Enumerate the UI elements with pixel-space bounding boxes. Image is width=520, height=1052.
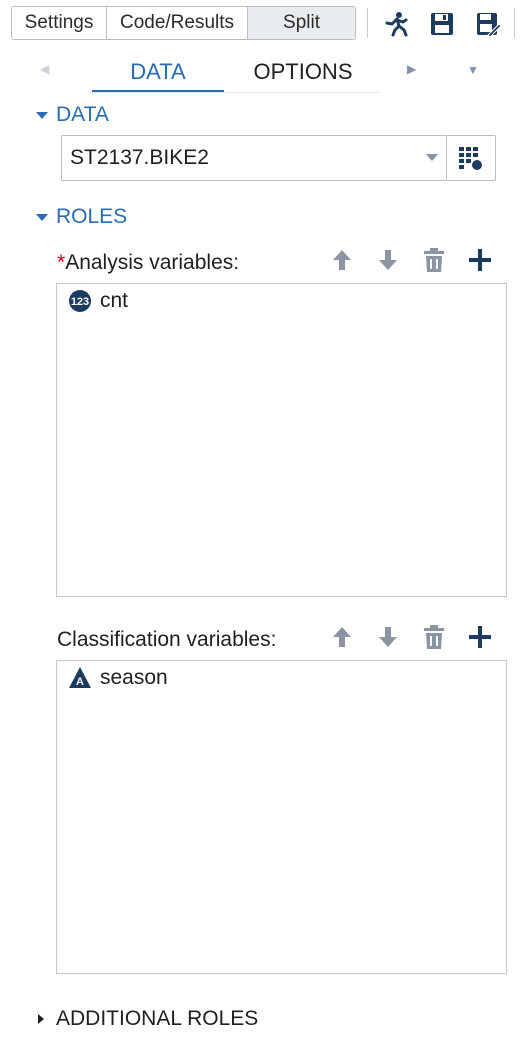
list-item[interactable]: A season <box>57 661 506 695</box>
classification-variables-list[interactable]: A season <box>56 660 507 974</box>
analysis-variables-list[interactable]: 123 cnt <box>56 283 507 597</box>
settings-button[interactable]: Settings <box>12 7 107 39</box>
move-down-arrow-icon[interactable] <box>376 248 400 272</box>
analysis-list-toolbar <box>330 248 492 272</box>
tabs-scroll-left-icon[interactable]: ◀ <box>40 62 49 76</box>
run-icon[interactable] <box>382 10 410 38</box>
tab-underline-divider <box>90 92 380 93</box>
expand-caret-icon <box>38 1014 44 1024</box>
save-as-icon[interactable] <box>474 10 502 38</box>
variable-name: cnt <box>100 289 129 312</box>
tabs-menu-chevron-down-icon[interactable]: ▼ <box>467 63 479 77</box>
split-button[interactable]: Split <box>248 7 355 39</box>
analysis-variables-label-text: Analysis variables: <box>65 251 240 274</box>
roles-section-title: ROLES <box>56 205 128 228</box>
collapse-caret-icon <box>36 111 48 119</box>
move-down-arrow-icon[interactable] <box>376 625 400 649</box>
add-plus-icon[interactable] <box>468 248 492 272</box>
code-results-button[interactable]: Code/Results <box>107 7 248 39</box>
trash-icon[interactable] <box>422 248 446 272</box>
svg-text:A: A <box>76 676 84 688</box>
classification-variables-label: Classification variables: <box>57 628 277 651</box>
tab-options[interactable]: OPTIONS <box>238 59 368 93</box>
character-icon: A <box>68 666 92 690</box>
add-plus-icon[interactable] <box>468 625 492 649</box>
toolbar-divider <box>514 8 515 38</box>
required-marker: * <box>57 251 66 274</box>
tab-bar: ◀ DATA OPTIONS ▶ ▼ <box>0 50 520 96</box>
analysis-variables-label: *Analysis variables: <box>57 251 239 275</box>
dropdown-caret-icon <box>426 154 438 161</box>
svg-text:123: 123 <box>71 296 89 308</box>
trash-icon[interactable] <box>422 625 446 649</box>
view-mode-segmented-control: Settings Code/Results Split <box>11 6 356 40</box>
move-up-arrow-icon[interactable] <box>330 625 354 649</box>
table-filter-icon <box>459 147 482 170</box>
move-up-arrow-icon[interactable] <box>330 248 354 272</box>
data-section-header[interactable]: DATA <box>36 103 109 127</box>
collapse-caret-icon <box>36 213 48 221</box>
numeric-icon: 123 <box>68 289 92 313</box>
roles-section-header[interactable]: ROLES <box>36 205 127 229</box>
tab-data[interactable]: DATA <box>92 59 224 93</box>
additional-roles-title: ADDITIONAL ROLES <box>56 1007 259 1030</box>
classification-list-toolbar <box>330 625 492 649</box>
filter-table-button[interactable] <box>447 135 496 181</box>
list-item[interactable]: 123 cnt <box>57 284 506 318</box>
dataset-value: ST2137.BIKE2 <box>70 146 209 169</box>
data-section-title: DATA <box>56 103 109 126</box>
variable-name: season <box>100 666 168 689</box>
additional-roles-section-header[interactable]: ADDITIONAL ROLES <box>38 1007 258 1031</box>
tabs-scroll-right-icon[interactable]: ▶ <box>407 62 416 76</box>
save-icon[interactable] <box>428 10 456 38</box>
toolbar-divider <box>367 8 368 38</box>
dataset-select[interactable]: ST2137.BIKE2 <box>61 135 447 181</box>
